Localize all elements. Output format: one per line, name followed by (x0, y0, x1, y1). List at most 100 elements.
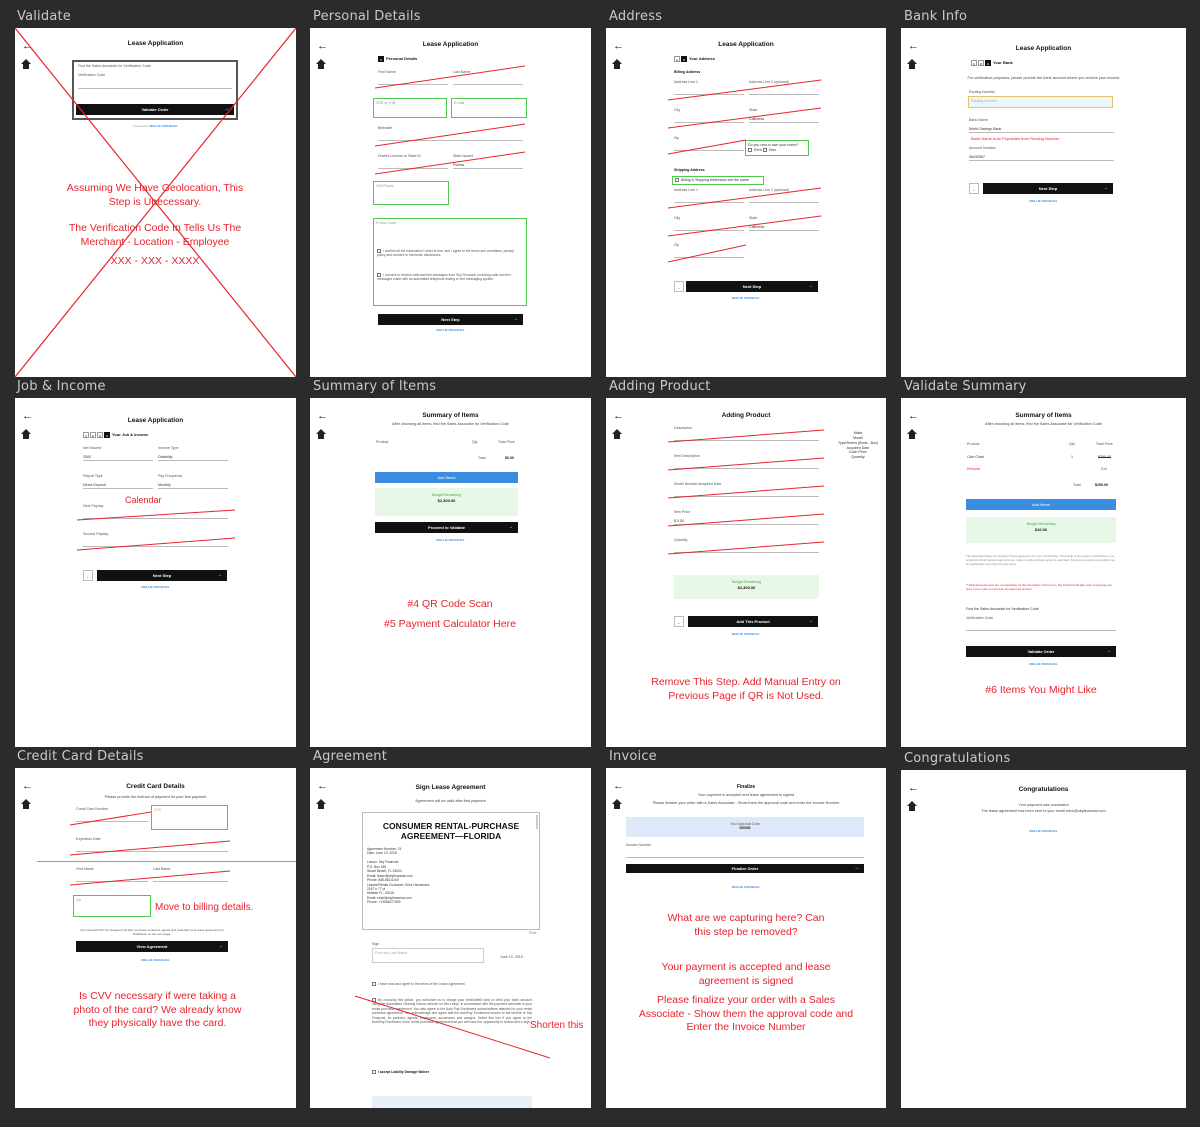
payroll-label: Payroll Type (83, 474, 103, 478)
description-input[interactable] (674, 432, 819, 441)
frame-label-address: Address (609, 9, 663, 24)
id-input[interactable] (378, 160, 448, 169)
home-icon[interactable] (21, 59, 31, 71)
invoice-number-input[interactable] (626, 849, 864, 858)
ship-zip-label: Zip (674, 243, 679, 247)
first-name-input[interactable] (378, 76, 448, 85)
item-price-input[interactable]: $ 0.00 (674, 516, 819, 525)
next-payday-input[interactable] (83, 510, 228, 519)
home-icon[interactable] (612, 59, 622, 71)
scrollbar[interactable] (536, 815, 538, 829)
first-name-label: First Name (378, 70, 396, 74)
back-button[interactable]: ← (969, 183, 979, 194)
shipping-line1-input[interactable] (674, 194, 744, 203)
add-items-button[interactable]: Add Items (375, 472, 518, 483)
home-icon[interactable] (907, 801, 917, 813)
expiration-input[interactable] (76, 843, 228, 852)
home-icon[interactable] (21, 429, 31, 441)
terms-checkbox[interactable] (377, 249, 381, 254)
add-this-product-button[interactable]: Add This Product → (688, 616, 818, 627)
frame-label-credit: Credit Card Details (17, 749, 144, 764)
finalize-order-button[interactable]: Finalize Order → (626, 864, 864, 873)
home-icon[interactable] (21, 799, 31, 811)
last-name-input[interactable] (153, 873, 228, 882)
home-icon[interactable] (612, 429, 622, 441)
next-step-button[interactable]: Next Step → (686, 281, 818, 292)
last-name-input[interactable] (453, 76, 523, 85)
routing-number-input[interactable]: Routing Number (968, 96, 1113, 108)
verification-code-input[interactable] (966, 622, 1116, 631)
home-icon[interactable] (316, 799, 326, 811)
model-input[interactable] (674, 488, 819, 497)
bank-name-input[interactable]: World Savings Bank (969, 124, 1114, 133)
item-description-input[interactable] (674, 460, 819, 469)
next-step-button[interactable]: Next Step → (378, 314, 523, 325)
zip-input[interactable]: Zip (73, 895, 151, 917)
billing-state-select[interactable]: California (749, 114, 819, 123)
shipping-state-select[interactable]: California (749, 222, 819, 231)
proceed-to-validate-button[interactable]: Proceed to Validate → (375, 522, 518, 533)
add-items-button[interactable]: Add Items (966, 499, 1116, 510)
home-icon[interactable] (907, 59, 917, 71)
instruction: Find the Sales Associate for Verificatio… (78, 64, 151, 68)
ssn-input[interactable]: SSN or ITIN (373, 98, 447, 118)
card-number-input[interactable] (76, 813, 148, 822)
agreement-document[interactable]: CONSUMER RENTAL-PURCHASE AGREEMENT—FLORI… (362, 812, 540, 930)
verification-label: Verification Code (966, 616, 994, 620)
ship-state-label: State (749, 216, 758, 220)
next-step-button[interactable]: Next Step → (97, 570, 227, 581)
rent-radio[interactable] (748, 148, 752, 153)
email-input[interactable]: E-mail (451, 98, 527, 118)
print-link[interactable]: Print (529, 931, 536, 935)
home-icon[interactable] (316, 429, 326, 441)
home-icon[interactable] (316, 59, 326, 71)
col-product: Product (376, 440, 389, 444)
frame-label-summary: Summary of Items (313, 379, 437, 394)
same-address-option[interactable]: Billing & Shipping Addresses are the sam… (672, 176, 764, 185)
home-icon[interactable] (907, 429, 917, 441)
page-title: Sign Lease Agreement (415, 784, 486, 791)
cell-phone-input[interactable]: Cell Phone (373, 181, 449, 205)
validate-order-button[interactable]: Validate Order → (966, 646, 1116, 657)
edit-link[interactable]: Edit (1101, 467, 1107, 471)
payroll-type-select[interactable]: Direct Deposit (83, 480, 153, 489)
account-label: Account Number (969, 146, 996, 150)
quantity-input[interactable] (674, 544, 819, 553)
remove-link[interactable]: Remove (967, 467, 980, 471)
page-title: Lease Application (127, 417, 184, 424)
waiver-checkbox[interactable] (372, 1070, 376, 1075)
ship-line1-label: Address Line 1 (674, 188, 698, 192)
billing-line2-input[interactable] (749, 86, 819, 95)
back-button[interactable]: ← (83, 570, 93, 581)
description-label: Description (674, 426, 692, 430)
net-income-input[interactable]: 2500 (83, 452, 153, 461)
account-number-input[interactable]: 98430987 (969, 152, 1114, 161)
birthdate-input[interactable] (378, 132, 523, 141)
second-payday-input[interactable] (83, 538, 228, 547)
card-number-label: Credit Card Number (76, 807, 109, 811)
billing-line1-input[interactable] (674, 86, 744, 95)
first-name-input[interactable] (76, 873, 148, 882)
rent-own-question: Do you rent or own your home? (748, 143, 799, 147)
back-button[interactable]: ← (674, 281, 684, 292)
terms-checkbox[interactable] (372, 982, 376, 987)
sms-checkbox[interactable] (377, 273, 381, 278)
billing-zip-input[interactable] (674, 142, 744, 151)
signature-input[interactable]: First and Last Name (372, 948, 484, 963)
back-button[interactable]: ← (674, 616, 684, 627)
validate-order-button[interactable]: Validate Order → (76, 104, 234, 115)
cvv-input[interactable]: CVV (151, 805, 228, 830)
pay-frequency-select[interactable]: Monthly (158, 480, 228, 489)
billing-city-input[interactable] (674, 114, 744, 123)
home-icon[interactable] (612, 799, 622, 811)
next-step-button[interactable]: Next Step → (983, 183, 1113, 194)
verification-code-input[interactable] (78, 80, 232, 89)
subtitle: Agreement will be valid after first paym… (415, 799, 486, 803)
own-radio[interactable] (762, 148, 767, 153)
state-select[interactable]: Florida (453, 160, 523, 169)
shipping-line2-input[interactable] (749, 194, 819, 203)
shipping-city-input[interactable] (674, 222, 744, 231)
shipping-zip-input[interactable] (674, 249, 744, 258)
income-type-select[interactable]: Disability (158, 452, 228, 461)
view-agreement-button[interactable]: View Agreement → (76, 941, 228, 952)
